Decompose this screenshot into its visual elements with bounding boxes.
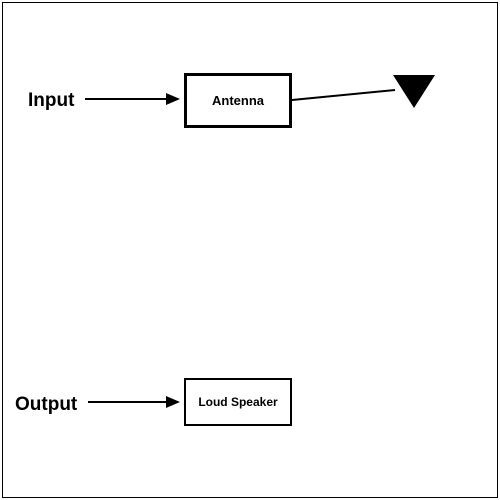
- antenna-box-label: Antenna: [212, 93, 264, 108]
- speaker-box-label: Loud Speaker: [198, 395, 277, 409]
- output-label: Output: [15, 394, 77, 416]
- antenna-box: Antenna: [184, 73, 292, 128]
- speaker-box: Loud Speaker: [184, 378, 292, 426]
- input-label: Input: [28, 90, 74, 112]
